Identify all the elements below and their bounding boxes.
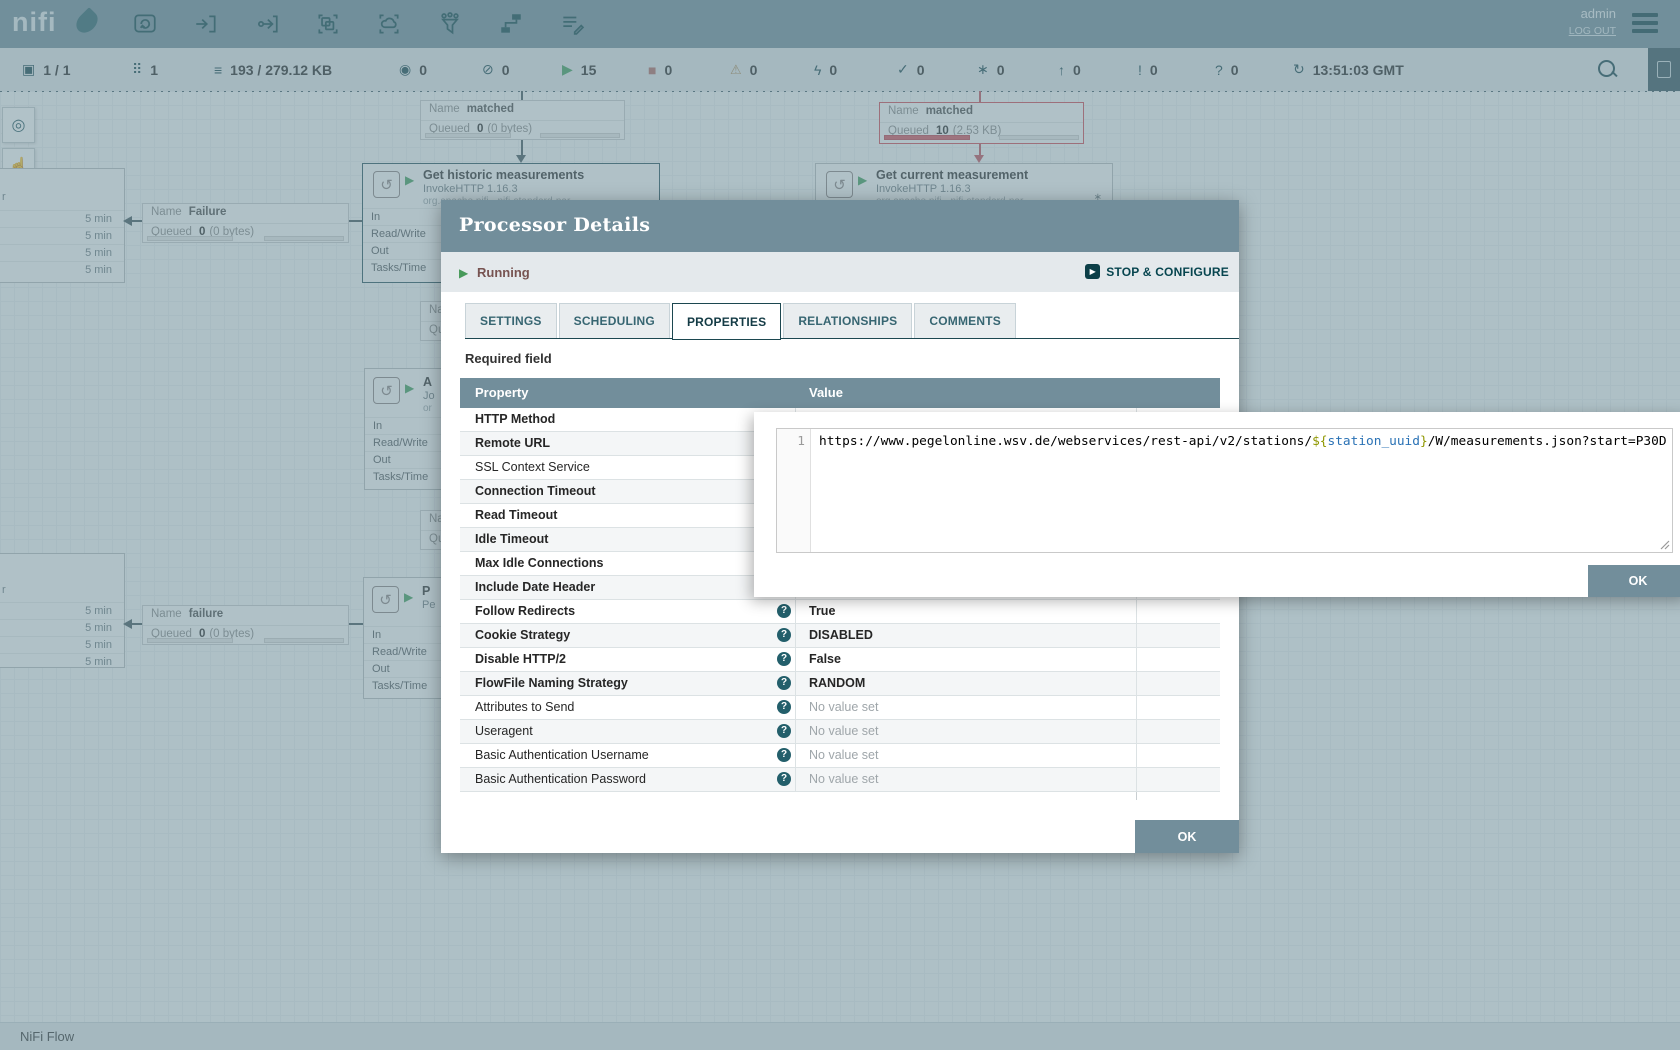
stop-and-configure-button[interactable]: ▶ STOP & CONFIGURE (1085, 264, 1229, 279)
property-name: Cookie Strategy (475, 628, 570, 642)
help-icon[interactable]: ? (777, 628, 791, 642)
property-value: No value set (809, 748, 878, 762)
resize-handle-icon[interactable] (1659, 539, 1670, 550)
dialog-tabs: SETTINGSSCHEDULINGPROPERTIESRELATIONSHIP… (465, 303, 1239, 339)
dialog-header: Processor Details (441, 200, 1239, 252)
property-name: Connection Timeout (475, 484, 596, 498)
property-value: False (809, 652, 841, 666)
property-name: SSL Context Service (475, 460, 590, 474)
property-name: Max Idle Connections (475, 556, 604, 570)
required-field-note: Required field (465, 351, 552, 366)
help-icon[interactable]: ? (777, 676, 791, 690)
table-scroll-nub (1136, 792, 1137, 800)
value-column-header: Value (809, 385, 843, 400)
remote-url-value: https://www.pegelonline.wsv.de/webservic… (819, 434, 1667, 449)
property-row-follow-redirects[interactable]: Follow Redirects? True (460, 600, 1220, 624)
tab-comments[interactable]: COMMENTS (914, 303, 1016, 338)
dialog-status-row: ▶ Running ▶ STOP & CONFIGURE (441, 252, 1239, 292)
tab-settings[interactable]: SETTINGS (465, 303, 557, 338)
code-segment-bracket: } (1420, 434, 1428, 449)
code-segment-variable: station_uuid (1328, 434, 1420, 449)
value-editor-textarea[interactable]: 1 https://www.pegelonline.wsv.de/webserv… (776, 428, 1673, 553)
property-value: RANDOM (809, 676, 865, 690)
help-icon[interactable]: ? (777, 772, 791, 786)
help-icon[interactable]: ? (777, 748, 791, 762)
line-number: 1 (797, 434, 805, 449)
table-header: Property Value (460, 378, 1220, 408)
property-name: Follow Redirects (475, 604, 575, 618)
run-status-label: Running (477, 265, 530, 280)
running-icon: ▶ (459, 266, 468, 280)
property-name: Idle Timeout (475, 532, 548, 546)
property-name: Basic Authentication Password (475, 772, 646, 786)
property-name: Basic Authentication Username (475, 748, 649, 762)
property-name: FlowFile Naming Strategy (475, 676, 628, 690)
property-name: Include Date Header (475, 580, 595, 594)
property-value: No value set (809, 700, 878, 714)
tab-properties[interactable]: PROPERTIES (672, 303, 781, 340)
property-name: Read Timeout (475, 508, 557, 522)
property-value: True (809, 604, 835, 618)
dialog-ok-button[interactable]: OK (1135, 820, 1239, 853)
stop-configure-icon: ▶ (1085, 264, 1100, 279)
property-row-attributes-to-send[interactable]: Attributes to Send? No value set (460, 696, 1220, 720)
property-value: No value set (809, 772, 878, 786)
editor-ok-button[interactable]: OK (1588, 565, 1680, 597)
property-value: DISABLED (809, 628, 873, 642)
code-segment-plain: https://www.pegelonline.wsv.de/webservic… (819, 434, 1312, 449)
help-icon[interactable]: ? (777, 652, 791, 666)
dialog-title: Processor Details (441, 200, 1239, 236)
property-row-flowfile-naming-strategy[interactable]: FlowFile Naming Strategy? RANDOM (460, 672, 1220, 696)
code-segment-plain: /W/measurements.json?start=P30D (1428, 434, 1667, 449)
property-name: Disable HTTP/2 (475, 652, 566, 666)
property-name: HTTP Method (475, 412, 555, 426)
property-row-cookie-strategy[interactable]: Cookie Strategy? DISABLED (460, 624, 1220, 648)
property-name: Useragent (475, 724, 533, 738)
property-row-disable-http-2[interactable]: Disable HTTP/2? False (460, 648, 1220, 672)
remote-url-value-editor: 1 https://www.pegelonline.wsv.de/webserv… (754, 412, 1680, 597)
help-icon[interactable]: ? (777, 724, 791, 738)
tab-relationships[interactable]: RELATIONSHIPS (783, 303, 912, 338)
help-icon[interactable]: ? (777, 604, 791, 618)
line-number-gutter: 1 (777, 429, 811, 552)
property-row-basic-authentication-username[interactable]: Basic Authentication Username? No value s… (460, 744, 1220, 768)
property-column-header: Property (475, 385, 528, 400)
help-icon[interactable]: ? (777, 700, 791, 714)
property-row-basic-authentication-password[interactable]: Basic Authentication Password? No value s… (460, 768, 1220, 792)
property-name: Attributes to Send (475, 700, 574, 714)
code-segment-bracket: ${ (1312, 434, 1327, 449)
property-name: Remote URL (475, 436, 550, 450)
property-value: No value set (809, 724, 878, 738)
property-row-useragent[interactable]: Useragent? No value set (460, 720, 1220, 744)
tab-scheduling[interactable]: SCHEDULING (559, 303, 670, 338)
nifi-application: nifi admin LOG OUT ▣1 / 1⠿1≡193 / 279.12… (0, 0, 1680, 1050)
